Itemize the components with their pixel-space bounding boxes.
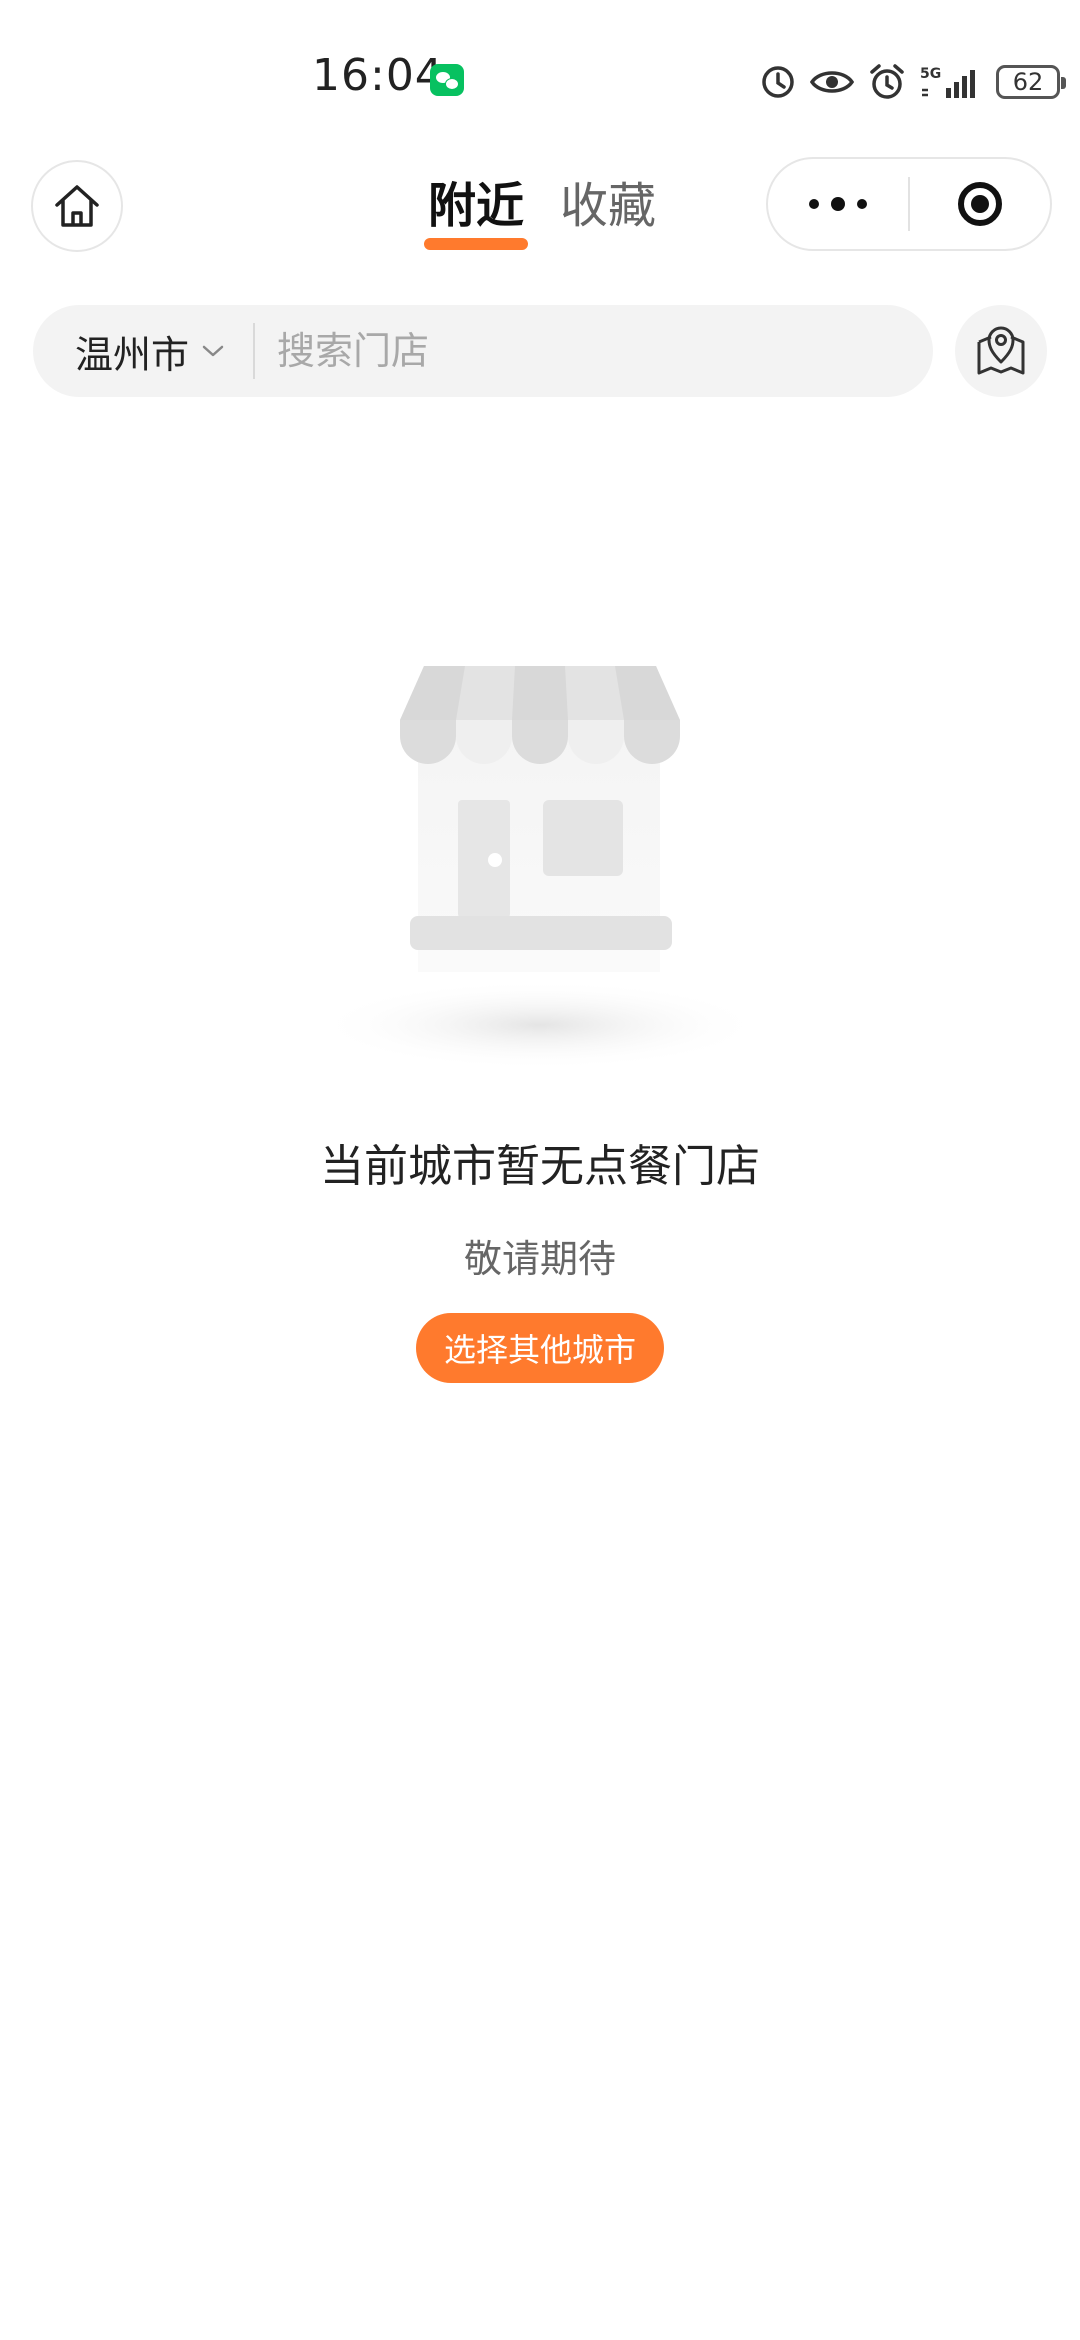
- map-button[interactable]: [955, 305, 1047, 397]
- city-label: 温州市: [75, 332, 190, 377]
- tab-favorites[interactable]: 收藏: [560, 174, 656, 238]
- status-bar: 16:04 5G 62: [0, 0, 1080, 150]
- tab-favorites-label: 收藏: [560, 178, 657, 234]
- more-button[interactable]: [768, 197, 908, 211]
- empty-state-subtitle: 敬请期待: [463, 1237, 616, 1281]
- chevron-down-icon: [202, 345, 224, 357]
- status-icons: 5G 62: [760, 60, 1066, 104]
- close-miniprogram-button[interactable]: [910, 182, 1050, 226]
- miniprogram-capsule: [766, 157, 1052, 251]
- map-pin-icon: [977, 326, 1025, 375]
- more-dots-icon: [809, 199, 819, 209]
- store-icon: [315, 666, 765, 1070]
- nav-tabs: 附近 收藏: [424, 174, 656, 250]
- empty-state-title: 当前城市暂无点餐门店: [320, 1141, 760, 1192]
- active-tab-indicator: [424, 238, 529, 250]
- wechat-notification-icon: [430, 64, 464, 96]
- tab-nearby-label: 附近: [428, 178, 525, 234]
- battery-icon: 62: [996, 65, 1066, 99]
- target-icon: [958, 182, 1002, 226]
- tab-nearby[interactable]: 附近: [424, 174, 529, 250]
- alarm-icon: [870, 64, 904, 99]
- 5g-signal-icon: 5G: [920, 66, 975, 98]
- data-saver-icon: [762, 66, 794, 98]
- eye-icon: [810, 71, 854, 93]
- status-time: 16:04: [312, 50, 444, 101]
- store-search-input[interactable]: [255, 304, 933, 398]
- svg-text:5G: 5G: [920, 66, 941, 82]
- city-selector[interactable]: 温州市: [33, 305, 253, 397]
- home-icon: [55, 185, 99, 227]
- search-bar: 温州市: [33, 304, 933, 398]
- home-button[interactable]: [31, 160, 123, 252]
- choose-other-city-button[interactable]: 选择其他城市: [416, 1313, 664, 1383]
- battery-level: 62: [1012, 68, 1044, 96]
